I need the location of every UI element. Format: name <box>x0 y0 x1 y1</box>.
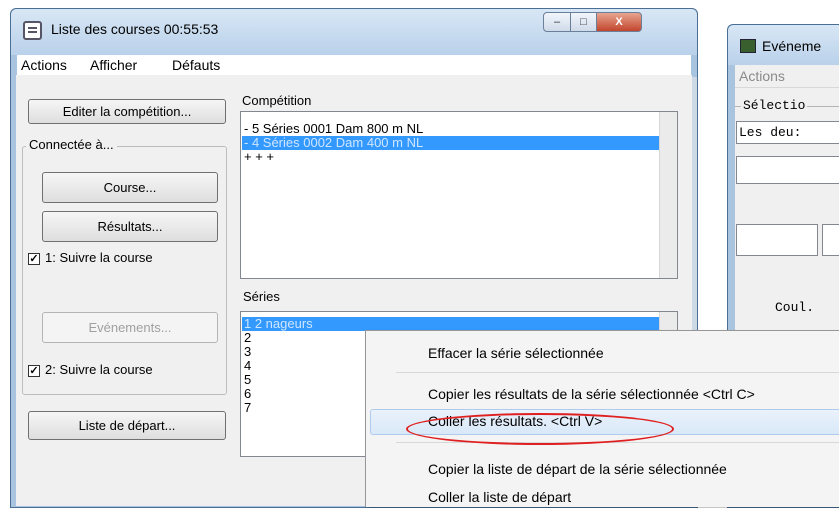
events-title-bar[interactable]: Evéneme <box>728 25 839 65</box>
window-title: Liste des courses 00:55:53 <box>51 21 219 37</box>
maximize-button[interactable]: □ <box>570 12 597 32</box>
events-button[interactable]: Evénements... <box>42 312 218 343</box>
events-text-field[interactable] <box>736 156 839 184</box>
list-item[interactable]: 2 <box>244 331 251 345</box>
menu-bar: Actions Afficher Défauts <box>17 55 691 76</box>
events-small-field[interactable] <box>736 224 818 256</box>
list-item[interactable]: 7 <box>244 401 251 415</box>
selection-dropdown[interactable]: Les deu: <box>736 121 839 144</box>
selection-label: Sélectio <box>741 98 808 113</box>
menu-afficher[interactable]: Afficher <box>90 57 137 73</box>
highlight-ellipse <box>406 413 674 445</box>
menu-item-copy-results[interactable]: Copier les résultats de la série sélecti… <box>428 386 755 402</box>
list-item[interactable]: 1 2 nageurs <box>242 317 661 331</box>
follow-course-2-checkbox[interactable]: ✓ <box>28 365 40 377</box>
list-item[interactable]: - 4 Séries 0002 Dam 400 m NL <box>242 136 661 150</box>
competition-listbox[interactable]: - 5 Séries 0001 Dam 800 m NL - 4 Séries … <box>240 111 678 279</box>
menu-item-paste-start-list[interactable]: Coller la liste de départ <box>428 489 571 505</box>
menu-actions[interactable]: Actions <box>21 57 67 73</box>
start-list-button[interactable]: Liste de départ... <box>28 411 226 440</box>
menu-item-copy-start-list[interactable]: Copier la liste de départ de la série sé… <box>428 461 727 477</box>
menu-item-delete-series[interactable]: Effacer la série sélectionnée <box>428 345 604 361</box>
competition-label: Compétition <box>242 93 312 108</box>
edit-competition-button[interactable]: Editer la compétition... <box>28 99 226 124</box>
menu-separator <box>396 372 839 373</box>
course-button[interactable]: Course... <box>42 172 218 203</box>
connected-group-label: Connectée à... <box>26 137 117 152</box>
events-app-icon <box>740 39 756 53</box>
list-item[interactable]: - 5 Séries 0001 Dam 800 m NL <box>244 122 423 136</box>
follow-course-1-label: 1: Suivre la course <box>45 250 153 265</box>
follow-course-1-checkbox[interactable]: ✓ <box>28 253 40 265</box>
list-item[interactable]: 4 <box>244 359 251 373</box>
list-item[interactable]: + + + <box>244 150 274 164</box>
title-bar[interactable]: Liste des courses 00:55:53 – □ X <box>11 9 697 55</box>
list-item[interactable]: 6 <box>244 387 251 401</box>
menu-defauts[interactable]: Défauts <box>172 57 220 73</box>
events-spin-button[interactable] <box>822 224 839 256</box>
app-icon <box>23 21 42 40</box>
menu-separator <box>396 442 839 443</box>
follow-course-2-label: 2: Suivre la course <box>45 362 153 377</box>
events-menu-actions[interactable]: Actions <box>739 68 785 84</box>
events-window-title: Evéneme <box>762 38 822 54</box>
list-item[interactable]: 5 <box>244 373 251 387</box>
list-item[interactable]: 3 <box>244 345 251 359</box>
competition-scrollbar[interactable] <box>659 112 677 278</box>
close-button[interactable]: X <box>596 12 642 32</box>
events-menu-bar: Actions <box>735 65 839 88</box>
coul-label: Coul. <box>775 300 815 315</box>
results-button[interactable]: Résultats... <box>42 211 218 242</box>
minimize-button[interactable]: – <box>543 12 571 32</box>
series-label: Séries <box>243 289 280 304</box>
